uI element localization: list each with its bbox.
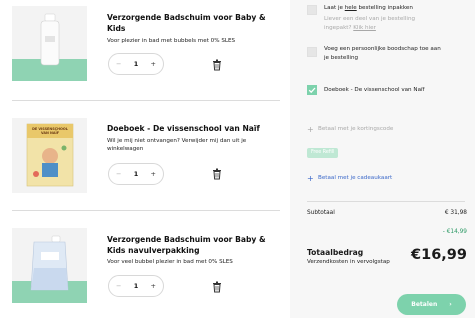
cart-item: DE VISSENSCHOOL VAN NAÏF Doeboek - De vi… [0,100,290,210]
pay-button[interactable]: Betalen › [397,294,466,315]
subtotal-value: € 31,98 [444,210,467,216]
product-image-book[interactable]: DE VISSENSCHOOL VAN NAÏF [12,118,87,193]
total-label: Totaalbedrag [307,248,364,257]
increase-quantity-button[interactable]: + [151,170,156,178]
checkmark-icon [308,87,316,94]
trash-icon[interactable] [212,168,222,180]
discount-code-link[interactable]: Betaal met je kortingscode [318,125,393,134]
product-title[interactable]: Verzorgende Badschuim voor Baby & Kids n… [107,234,272,256]
gift-wrap-text: Laat je [324,5,345,11]
plus-icon: + [307,125,314,134]
plus-icon: + [307,174,314,183]
arrow-right-icon: › [449,301,452,308]
subtotal-label: Subtotaal [307,210,335,216]
shipping-note: Verzendkosten in vervolgstap [307,259,390,265]
product-description: Wil je mij niet ontvangen? Verwijder mij… [107,138,247,152]
quantity-value[interactable]: 1 [134,282,139,290]
trash-icon[interactable] [212,59,222,71]
personal-message-label[interactable]: Voeg een persoonlijke boodschap toe aan … [324,45,442,63]
gift-wrap-checkbox[interactable] [307,5,317,15]
free-item-checkbox[interactable] [307,85,317,95]
product-description: Voor plezier in bad met bubbels met 0% S… [107,38,236,44]
cart-items-list: Verzorgende Badschuim voor Baby & Kids V… [0,0,290,318]
quantity-stepper: − 1 + [108,163,164,185]
summary-divider [307,201,465,202]
cart-item: Verzorgende Badschuim voor Baby & Kids n… [0,210,290,318]
product-image-refill[interactable] [12,228,87,303]
free-item-label[interactable]: Doeboek - De vissenschool van Naïf [324,86,464,95]
increase-quantity-button[interactable]: + [151,60,156,68]
decrease-quantity-button[interactable]: − [116,282,121,290]
gift-wrap-suffix: bestelling inpakken [356,5,413,11]
order-summary-panel: Laat je hele bestelling inpakken Liever … [290,0,475,318]
personal-message-checkbox[interactable] [307,47,317,57]
discount-value: - €14,99 [442,229,467,235]
free-refill-badge: Free Refill [307,148,339,158]
trash-icon[interactable] [212,281,222,293]
product-title[interactable]: Verzorgende Badschuim voor Baby & Kids [107,12,272,34]
gift-wrap-partial-link[interactable]: Klik hier [353,25,376,31]
refill-pouch-icon [30,235,69,291]
decrease-quantity-button[interactable]: − [116,60,121,68]
gift-wrap-label[interactable]: Laat je hele bestelling inpakken [324,4,464,13]
product-image-bath-foam[interactable] [12,6,87,81]
product-description: Voor veel bubbel plezier in bad met 0% S… [107,259,233,265]
increase-quantity-button[interactable]: + [151,282,156,290]
product-title[interactable]: Doeboek - De vissenschool van Naïf [107,123,277,134]
cart-item: Verzorgende Badschuim voor Baby & Kids V… [0,0,290,100]
quantity-value[interactable]: 1 [134,60,139,68]
decrease-quantity-button[interactable]: − [116,170,121,178]
pay-button-label: Betalen [411,301,438,308]
gift-wrap-emphasis: hele [344,5,357,11]
gift-card-link[interactable]: Betaal met je cadeaukaart [318,174,392,183]
bottle-icon [40,13,60,66]
quantity-value[interactable]: 1 [134,170,139,178]
book-cover-text: DE VISSENSCHOOL VAN NAÏF [32,127,68,135]
gift-wrap-note: Liever een deel van je bestelling ingepa… [324,15,434,33]
quantity-stepper: − 1 + [108,275,164,297]
quantity-stepper: − 1 + [108,53,164,75]
total-value: €16,99 [411,247,467,263]
